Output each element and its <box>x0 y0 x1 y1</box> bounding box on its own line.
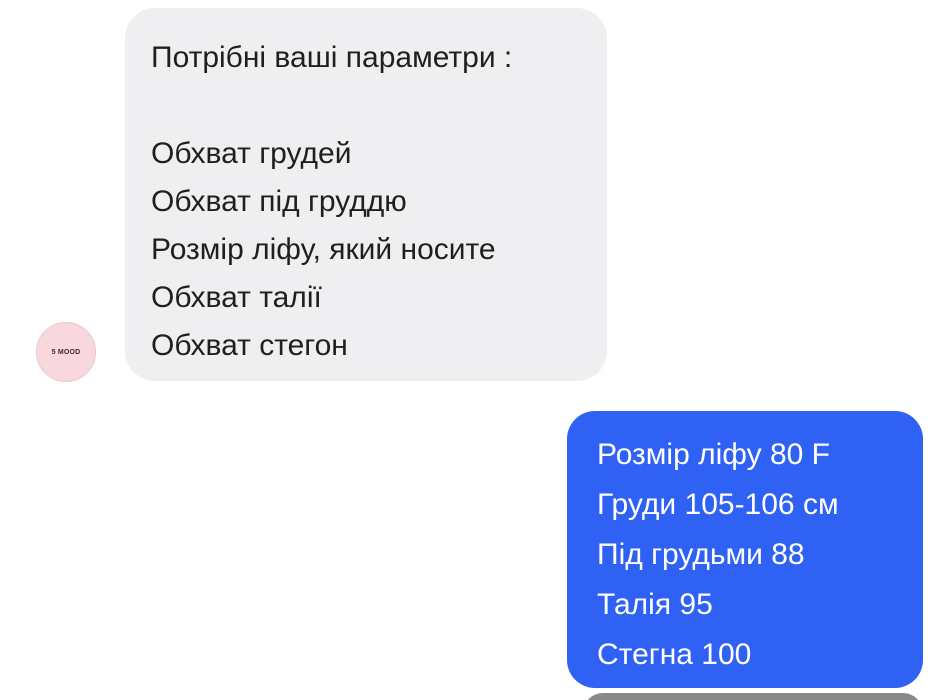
avatar-label: 5 MOOD <box>51 348 81 356</box>
message-line: Обхват стегон <box>151 329 348 362</box>
message-line: Розмір ліфу, який носите <box>151 233 496 266</box>
next-message-preview[interactable] <box>583 693 923 700</box>
message-line: Обхват грудей <box>151 137 352 170</box>
message-line: Талія 95 <box>597 588 713 621</box>
message-line: Стегна 100 <box>597 638 752 671</box>
sender-avatar[interactable]: 5 MOOD <box>36 322 96 382</box>
message-line: Обхват талії <box>151 281 322 314</box>
message-line: Розмір ліфу 80 F <box>597 438 830 471</box>
chat-thread: Потрібні ваші параметри : Обхват грудей … <box>0 0 940 700</box>
outgoing-message-bubble[interactable]: Розмір ліфу 80 F Груди 105-106 см Під гр… <box>567 411 923 688</box>
incoming-message-bubble[interactable]: Потрібні ваші параметри : Обхват грудей … <box>125 8 607 381</box>
message-line: Під грудьми 88 <box>597 538 805 571</box>
message-line: Потрібні ваші параметри : <box>151 41 513 74</box>
message-line: Обхват під груддю <box>151 185 407 218</box>
message-line: Груди 105-106 см <box>597 488 839 521</box>
